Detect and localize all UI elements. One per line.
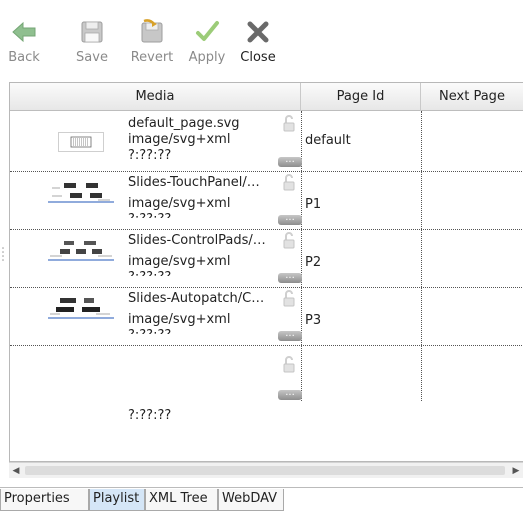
more-options-button[interactable]: ... (278, 213, 302, 225)
unlocked-padlock-icon[interactable] (283, 232, 295, 249)
media-mime-type: image/svg+xml (128, 196, 231, 211)
grid-page-icon (70, 136, 92, 148)
more-options-button[interactable]: ... (278, 271, 302, 283)
table-row[interactable]: default_page.svg image/svg+xml ?:??:?? .… (10, 112, 523, 172)
toolbar: Back Save Revert Apply Close (0, 0, 523, 80)
slide-thumbnail (48, 183, 114, 203)
more-options-button[interactable]: ... (278, 329, 302, 341)
unlocked-padlock-icon[interactable] (283, 115, 295, 132)
unlocked-padlock-icon[interactable] (283, 290, 295, 307)
save-button[interactable]: Save (74, 18, 110, 76)
column-header-media[interactable]: Media (10, 83, 301, 111)
scroll-left-arrow-icon[interactable]: ◀ (9, 463, 23, 479)
media-duration: ?:??:?? (128, 408, 172, 423)
media-filename: Slides-Autopatch/C… (128, 291, 265, 306)
revert-icon (141, 19, 163, 43)
more-options-button[interactable]: ... (278, 388, 302, 400)
unlocked-padlock-icon[interactable] (283, 356, 295, 373)
checkmark-icon (196, 21, 219, 41)
column-header-page-id[interactable]: Page Id (301, 83, 421, 111)
media-filename: default_page.svg (128, 116, 240, 131)
horizontal-scrollbar[interactable]: ◀ ▶ (9, 462, 523, 478)
page-id-cell[interactable]: default (305, 133, 351, 148)
table-row-new[interactable]: ... ?:??:?? (10, 346, 523, 436)
floppy-disk-icon (81, 21, 103, 43)
scrollbar-thumb[interactable] (25, 466, 505, 475)
close-x-icon (247, 21, 269, 43)
close-label: Close (240, 50, 276, 65)
tab-playlist[interactable]: Playlist (89, 489, 145, 511)
resize-grip-icon[interactable] (1, 245, 5, 265)
scroll-right-arrow-icon[interactable]: ▶ (509, 463, 523, 479)
back-arrow-icon (12, 21, 36, 43)
close-button[interactable]: Close (238, 18, 278, 76)
tab-properties[interactable]: Properties (0, 489, 89, 511)
media-filename: Slides-TouchPanel/… (128, 175, 260, 190)
table-header: Media Page Id Next Page (10, 83, 523, 111)
media-mime-type: image/svg+xml (128, 254, 231, 269)
slide-thumbnail (48, 241, 114, 261)
page-id-cell[interactable]: P3 (305, 313, 321, 328)
apply-label: Apply (188, 50, 226, 65)
back-label: Back (8, 50, 40, 65)
media-filename: Slides-ControlPads/… (128, 233, 266, 248)
media-cell: Slides-TouchPanel/… image/svg+xml ?:??:?… (128, 175, 308, 218)
unlocked-padlock-icon[interactable] (283, 174, 295, 191)
more-options-button[interactable]: ... (278, 155, 302, 167)
save-label: Save (76, 50, 108, 65)
page-id-cell[interactable]: P2 (305, 255, 321, 270)
revert-label: Revert (130, 50, 174, 65)
media-cell: Slides-ControlPads/… image/svg+xml ?:??:… (128, 233, 308, 276)
revert-button[interactable]: Revert (127, 18, 177, 76)
bottom-tab-bar: Properties Playlist XML Tree WebDAV (0, 487, 523, 512)
playlist-table: Media Page Id Next Page default_page.svg… (9, 82, 523, 462)
apply-button[interactable]: Apply (187, 18, 227, 76)
column-header-next-page[interactable]: Next Page (421, 83, 523, 111)
back-button[interactable]: Back (7, 18, 41, 76)
page-id-cell[interactable]: P1 (305, 197, 321, 212)
media-cell: Slides-Autopatch/C… image/svg+xml ?:??:?… (128, 291, 308, 334)
slide-thumbnail (48, 298, 114, 319)
tab-xml-tree[interactable]: XML Tree (145, 489, 218, 511)
media-mime-type: image/svg+xml (128, 312, 231, 327)
table-row[interactable]: Slides-ControlPads/… image/svg+xml ?:??:… (10, 230, 523, 288)
media-thumbnail (58, 132, 104, 152)
media-mime-type: image/svg+xml (128, 132, 231, 147)
tab-webdav[interactable]: WebDAV (218, 489, 284, 511)
table-row[interactable]: Slides-TouchPanel/… image/svg+xml ?:??:?… (10, 172, 523, 230)
table-row[interactable]: Slides-Autopatch/C… image/svg+xml ?:??:?… (10, 288, 523, 346)
